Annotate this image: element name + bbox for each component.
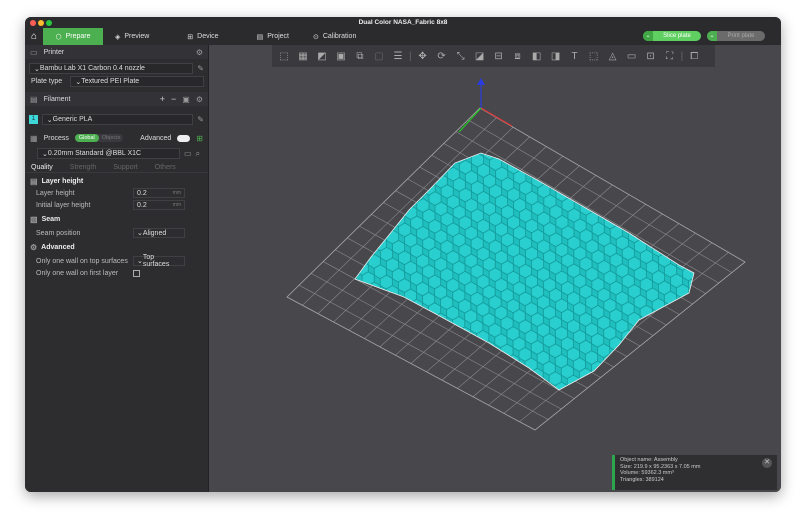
tab-label: Prepare bbox=[66, 33, 91, 40]
object-triangles: Triangles: 389124 bbox=[620, 477, 772, 484]
advanced-group: ⚙ Advanced bbox=[25, 241, 208, 253]
object-info-panel: Object name: Assembly Size: 219.9 x 95.2… bbox=[612, 455, 777, 490]
3d-viewport[interactable]: ⬚▦◩▣⧉▢☰| ✥⟳⤡◪⊟⧈◧◨T⬚◬▭⊡⛶|⧠ Object name: A… bbox=[209, 45, 781, 492]
project-icon: ▤ bbox=[257, 33, 264, 41]
subtab-support[interactable]: Support bbox=[113, 164, 138, 168]
param-value: Aligned bbox=[143, 230, 166, 237]
subtab-others[interactable]: Others bbox=[155, 164, 176, 168]
calibration-icon: ⊙ bbox=[313, 33, 319, 41]
plate-type-label: Plate type bbox=[29, 78, 66, 85]
printer-header: ▭ Printer ⚙ bbox=[25, 45, 208, 59]
print-label: Print plate bbox=[717, 33, 765, 39]
filament-color-swatch[interactable]: 1 bbox=[29, 115, 38, 124]
search-icon[interactable]: ⌕ bbox=[196, 149, 200, 159]
tab-label: Preview bbox=[124, 33, 149, 40]
advanced-icon: ⚙ bbox=[30, 243, 37, 252]
group-title: Layer height bbox=[42, 178, 84, 185]
filament-header: ▤ Filament +−▣ ⚙ bbox=[25, 92, 208, 106]
plate-type-select[interactable]: ⌄ Textured PEI Plate bbox=[70, 76, 204, 87]
param-value: 0.2 bbox=[137, 202, 147, 209]
device-icon: ⊞ bbox=[187, 33, 193, 41]
chevron-down-icon[interactable]: ⌄ bbox=[707, 31, 717, 41]
build-plate-scene[interactable] bbox=[209, 45, 781, 492]
slice-plate-button[interactable]: ⌄Slice plate bbox=[643, 31, 701, 41]
initial-layer-height-input[interactable]: 0.2 mm bbox=[133, 200, 185, 210]
filament-title: Filament bbox=[44, 96, 71, 103]
seam-group: ▧ Seam bbox=[25, 213, 208, 225]
sync-icon[interactable]: ▣ bbox=[182, 95, 190, 104]
gear-icon[interactable]: ⚙ bbox=[196, 48, 203, 57]
param-label: Seam position bbox=[36, 230, 133, 237]
advanced-label: Advanced bbox=[140, 135, 171, 142]
compare-icon[interactable]: ⊞ bbox=[196, 134, 203, 143]
cube-icon: ⬡ bbox=[55, 33, 61, 41]
advanced-toggle[interactable] bbox=[177, 135, 190, 142]
gear-icon[interactable]: ⚙ bbox=[196, 95, 203, 104]
param-value: Top surfaces bbox=[143, 254, 181, 268]
edit-icon[interactable]: ✎ bbox=[197, 64, 204, 73]
slice-label: Slice plate bbox=[653, 33, 701, 39]
model-object[interactable] bbox=[355, 153, 694, 390]
group-title: Seam bbox=[42, 216, 61, 223]
process-icon: ▦ bbox=[30, 134, 38, 143]
layer-height-group: ▤ Layer height bbox=[25, 175, 208, 187]
subtab-quality[interactable]: Quality bbox=[31, 164, 53, 168]
first-wall-checkbox[interactable] bbox=[133, 270, 140, 277]
process-subtabs: Quality Strength Support Others bbox=[25, 160, 208, 173]
sidebar: ▭ Printer ⚙ ⌄ Bambu Lab X1 Carbon 0.4 nozz… bbox=[25, 45, 209, 492]
scope-global[interactable]: Global bbox=[75, 134, 99, 142]
save-icon[interactable]: ▭ bbox=[184, 149, 192, 158]
window-title: Dual Color NASA_Fabric 8x8 bbox=[25, 19, 781, 26]
filament-icon: ▤ bbox=[30, 95, 38, 104]
close-icon[interactable]: ✕ bbox=[762, 458, 772, 468]
print-plate-button[interactable]: ⌄Print plate bbox=[707, 31, 765, 41]
app-window: Dual Color NASA_Fabric 8x8 ⌂ ⬡ Prepare ◈ P… bbox=[25, 17, 781, 492]
layers-icon: ◈ bbox=[115, 33, 120, 41]
printer-select[interactable]: ⌄ Bambu Lab X1 Carbon 0.4 nozzle bbox=[29, 63, 193, 74]
unit-label: mm bbox=[173, 190, 181, 196]
chevron-down-icon[interactable]: ⌄ bbox=[643, 31, 653, 41]
process-header: ▦ Process GlobalObjects Advanced ⊞ bbox=[25, 131, 208, 145]
tab-project[interactable]: ▤Project bbox=[245, 28, 301, 45]
param-label: Initial layer height bbox=[36, 202, 133, 209]
tab-device[interactable]: ⊞ Device bbox=[175, 28, 230, 45]
layer-icon: ▤ bbox=[30, 177, 38, 186]
param-label: Only one wall on first layer bbox=[36, 270, 133, 277]
home-icon[interactable]: ⌂ bbox=[25, 28, 43, 45]
tab-preview[interactable]: ◈ Preview bbox=[103, 28, 161, 45]
seam-icon: ▧ bbox=[30, 215, 38, 224]
top-wall-select[interactable]: ⌄ Top surfaces bbox=[133, 256, 185, 266]
tab-label: Calibration bbox=[323, 33, 356, 40]
process-preset-select[interactable]: ⌄ 0.20mm Standard @BBL X1C bbox=[37, 148, 180, 159]
printer-icon: ▭ bbox=[30, 48, 38, 57]
axis-gizmo bbox=[459, 78, 512, 132]
printer-title: Printer bbox=[44, 49, 65, 56]
edit-icon[interactable]: ✎ bbox=[197, 115, 204, 124]
add-icon[interactable]: + bbox=[160, 94, 165, 104]
param-label: Only one wall on top surfaces bbox=[36, 258, 133, 265]
scope-toggle[interactable]: GlobalObjects bbox=[75, 134, 124, 142]
subtab-strength[interactable]: Strength bbox=[70, 164, 96, 168]
filament-select[interactable]: ⌄ Generic PLA bbox=[42, 114, 194, 125]
plate-type-value: Textured PEI Plate bbox=[81, 78, 139, 85]
seam-position-select[interactable]: ⌄ Aligned bbox=[133, 228, 185, 238]
unit-label: mm bbox=[173, 202, 181, 208]
tab-label: Project bbox=[267, 33, 289, 40]
main-tabs: ⌂ ⬡ Prepare ◈ Preview ⊞ Device ▤Project ⊙ Ca… bbox=[25, 28, 781, 45]
remove-icon[interactable]: − bbox=[171, 94, 176, 104]
tab-calibration[interactable]: ⊙ Calibration bbox=[301, 28, 368, 45]
printer-name: Bambu Lab X1 Carbon 0.4 nozzle bbox=[40, 65, 145, 72]
tab-prepare[interactable]: ⬡ Prepare bbox=[43, 28, 103, 45]
param-label: Layer height bbox=[36, 190, 133, 197]
title-bar: Dual Color NASA_Fabric 8x8 bbox=[25, 17, 781, 28]
tab-label: Device bbox=[197, 33, 218, 40]
group-title: Advanced bbox=[41, 244, 74, 251]
param-value: 0.2 bbox=[137, 190, 147, 197]
scope-objects[interactable]: Objects bbox=[99, 134, 124, 142]
process-title: Process bbox=[44, 135, 69, 142]
filament-name: Generic PLA bbox=[53, 116, 93, 123]
process-preset: 0.20mm Standard @BBL X1C bbox=[48, 150, 141, 157]
layer-height-input[interactable]: 0.2 mm bbox=[133, 188, 185, 198]
